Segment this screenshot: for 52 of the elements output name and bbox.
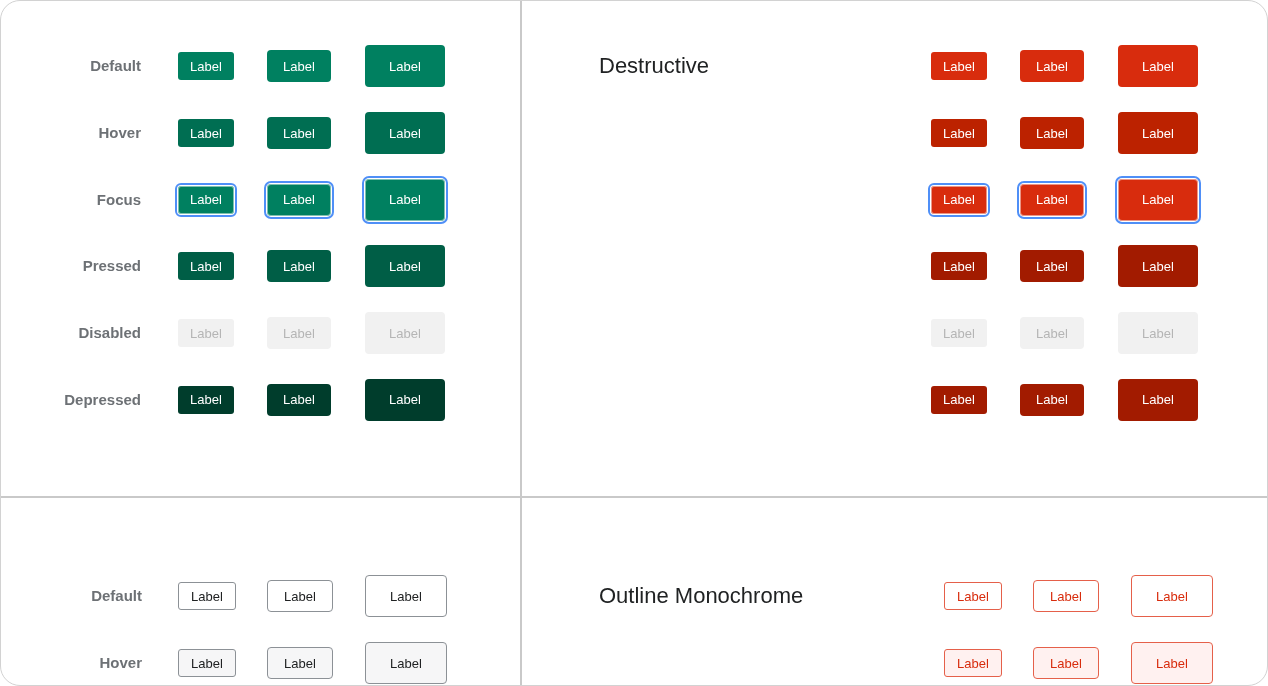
state-label: Disabled	[78, 324, 141, 342]
label-button[interactable]: Label	[931, 185, 987, 214]
label-button[interactable]: Label	[365, 45, 445, 88]
label-button[interactable]: Label	[365, 642, 447, 685]
label-button[interactable]: Label	[931, 385, 987, 414]
label-button[interactable]: Label	[1020, 383, 1084, 416]
label-button[interactable]: Label	[267, 50, 331, 83]
label-button[interactable]: Label	[365, 112, 445, 155]
section-title: Destructive	[599, 53, 710, 79]
label-button[interactable]: Label	[178, 119, 234, 148]
state-label: Default	[90, 57, 141, 75]
label-button[interactable]: Label	[267, 647, 333, 680]
label-button[interactable]: Label	[931, 52, 987, 81]
label-button[interactable]: Label	[1131, 575, 1213, 618]
label-button[interactable]: Label	[1033, 580, 1099, 613]
label-button[interactable]: Label	[178, 252, 234, 281]
label-button[interactable]: Label	[365, 245, 445, 288]
label-button[interactable]: Label	[178, 649, 236, 678]
label-button[interactable]: Label	[931, 119, 987, 148]
label-button[interactable]: Label	[1118, 178, 1198, 221]
label-button[interactable]: Label	[267, 250, 331, 283]
label-button[interactable]: Label	[365, 178, 445, 221]
label-button[interactable]: Label	[1033, 647, 1099, 680]
state-label: Pressed	[82, 257, 141, 275]
label-button[interactable]: Label	[365, 378, 445, 421]
label-button[interactable]: Label	[178, 385, 234, 414]
label-button[interactable]: Label	[267, 383, 331, 416]
state-label: Focus	[96, 190, 141, 208]
state-label: Hover	[98, 124, 141, 142]
state-label: Hover	[99, 654, 142, 672]
label-button[interactable]: Label	[1118, 112, 1198, 155]
section-title: Outline Monochrome	[599, 583, 804, 609]
label-button[interactable]: Label	[944, 582, 1002, 611]
label-button[interactable]: Label	[1020, 117, 1084, 150]
label-button[interactable]: Label	[365, 575, 447, 618]
label-button[interactable]: Label	[1020, 50, 1084, 83]
label-button[interactable]: Label	[267, 183, 331, 216]
label-button[interactable]: Label	[931, 252, 987, 281]
label-button[interactable]: Label	[178, 582, 236, 611]
label-button[interactable]: Label	[178, 52, 234, 81]
label-button[interactable]: Label	[1020, 250, 1084, 283]
label-button[interactable]: Label	[267, 580, 333, 613]
label-button[interactable]: Label	[1118, 45, 1198, 88]
label-button[interactable]: Label	[178, 185, 234, 214]
label-button[interactable]: Label	[1131, 642, 1213, 685]
label-button[interactable]: Label	[1118, 378, 1198, 421]
label-button[interactable]: Label	[1118, 245, 1198, 288]
state-label: Depressed	[64, 390, 141, 408]
label-button[interactable]: Label	[1020, 183, 1084, 216]
state-label: Default	[91, 587, 142, 605]
label-button[interactable]: Label	[267, 117, 331, 150]
label-button[interactable]: Label	[944, 649, 1002, 678]
